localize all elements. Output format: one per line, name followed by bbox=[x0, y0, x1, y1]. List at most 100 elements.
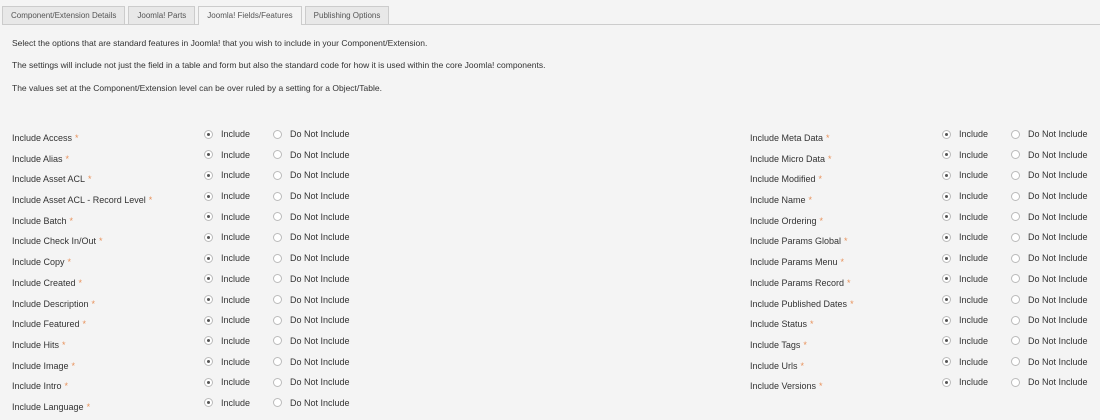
radio-icon[interactable] bbox=[204, 150, 213, 160]
include-radio[interactable]: Include bbox=[942, 191, 988, 201]
include-radio[interactable]: Include bbox=[204, 253, 250, 263]
include-radio[interactable]: Include bbox=[204, 357, 250, 367]
radio-icon[interactable] bbox=[273, 170, 282, 180]
do-not-include-radio[interactable]: Do Not Include bbox=[273, 315, 350, 325]
do-not-include-radio[interactable]: Do Not Include bbox=[273, 232, 350, 242]
radio-icon[interactable] bbox=[1011, 295, 1020, 304]
radio-icon[interactable] bbox=[204, 295, 213, 304]
do-not-include-radio[interactable]: Do Not Include bbox=[273, 170, 350, 180]
do-not-include-radio[interactable]: Do Not Include bbox=[1011, 274, 1088, 284]
radio-icon[interactable] bbox=[1011, 150, 1020, 160]
radio-icon[interactable] bbox=[273, 191, 282, 201]
radio-icon[interactable] bbox=[942, 295, 951, 304]
include-radio[interactable]: Include bbox=[204, 274, 250, 284]
radio-icon[interactable] bbox=[1011, 315, 1020, 325]
radio-icon[interactable] bbox=[273, 129, 282, 139]
include-radio[interactable]: Include bbox=[204, 315, 250, 325]
radio-icon[interactable] bbox=[942, 191, 951, 201]
include-radio[interactable]: Include bbox=[942, 315, 988, 325]
radio-icon[interactable] bbox=[204, 398, 213, 408]
include-radio[interactable]: Include bbox=[942, 212, 988, 222]
do-not-include-radio[interactable]: Do Not Include bbox=[273, 295, 350, 305]
do-not-include-radio[interactable]: Do Not Include bbox=[1011, 191, 1088, 201]
do-not-include-radio[interactable]: Do Not Include bbox=[1011, 357, 1088, 367]
radio-icon[interactable] bbox=[1011, 357, 1020, 367]
radio-icon[interactable] bbox=[942, 336, 951, 346]
do-not-include-radio[interactable]: Do Not Include bbox=[1011, 170, 1088, 180]
do-not-include-radio[interactable]: Do Not Include bbox=[1011, 377, 1088, 387]
include-radio[interactable]: Include bbox=[204, 191, 250, 201]
radio-icon[interactable] bbox=[1011, 336, 1020, 346]
radio-icon[interactable] bbox=[942, 129, 951, 139]
do-not-include-radio[interactable]: Do Not Include bbox=[273, 212, 350, 222]
radio-icon[interactable] bbox=[1011, 191, 1020, 201]
include-radio[interactable]: Include bbox=[204, 150, 250, 160]
radio-icon[interactable] bbox=[942, 150, 951, 160]
include-radio[interactable]: Include bbox=[204, 377, 250, 387]
include-radio[interactable]: Include bbox=[942, 295, 988, 305]
include-radio[interactable]: Include bbox=[942, 232, 988, 242]
radio-icon[interactable] bbox=[273, 232, 282, 242]
radio-icon[interactable] bbox=[1011, 377, 1020, 387]
do-not-include-radio[interactable]: Do Not Include bbox=[1011, 315, 1088, 325]
do-not-include-radio[interactable]: Do Not Include bbox=[273, 191, 350, 201]
radio-icon[interactable] bbox=[204, 170, 213, 180]
include-radio[interactable]: Include bbox=[204, 170, 250, 180]
radio-icon[interactable] bbox=[273, 150, 282, 160]
radio-icon[interactable] bbox=[1011, 274, 1020, 284]
radio-icon[interactable] bbox=[204, 336, 213, 346]
radio-icon[interactable] bbox=[1011, 232, 1020, 242]
radio-icon[interactable] bbox=[273, 212, 282, 222]
do-not-include-radio[interactable]: Do Not Include bbox=[1011, 212, 1088, 222]
do-not-include-radio[interactable]: Do Not Include bbox=[273, 274, 350, 284]
radio-icon[interactable] bbox=[942, 315, 951, 325]
tab-joomla-parts[interactable]: Joomla! Parts bbox=[128, 6, 196, 24]
radio-icon[interactable] bbox=[204, 212, 213, 222]
radio-icon[interactable] bbox=[204, 232, 213, 242]
include-radio[interactable]: Include bbox=[204, 398, 250, 408]
do-not-include-radio[interactable]: Do Not Include bbox=[273, 357, 350, 367]
radio-icon[interactable] bbox=[204, 129, 213, 139]
do-not-include-radio[interactable]: Do Not Include bbox=[273, 129, 350, 139]
radio-icon[interactable] bbox=[1011, 129, 1020, 139]
radio-icon[interactable] bbox=[273, 336, 282, 346]
radio-icon[interactable] bbox=[942, 232, 951, 242]
do-not-include-radio[interactable]: Do Not Include bbox=[1011, 150, 1088, 160]
radio-icon[interactable] bbox=[204, 274, 213, 284]
radio-icon[interactable] bbox=[942, 253, 951, 263]
radio-icon[interactable] bbox=[942, 170, 951, 180]
radio-icon[interactable] bbox=[1011, 212, 1020, 222]
do-not-include-radio[interactable]: Do Not Include bbox=[1011, 232, 1088, 242]
radio-icon[interactable] bbox=[204, 191, 213, 201]
radio-icon[interactable] bbox=[204, 315, 213, 325]
include-radio[interactable]: Include bbox=[942, 253, 988, 263]
do-not-include-radio[interactable]: Do Not Include bbox=[1011, 295, 1088, 305]
include-radio[interactable]: Include bbox=[204, 129, 250, 139]
include-radio[interactable]: Include bbox=[204, 336, 250, 346]
radio-icon[interactable] bbox=[273, 315, 282, 325]
radio-icon[interactable] bbox=[204, 253, 213, 263]
radio-icon[interactable] bbox=[273, 274, 282, 284]
do-not-include-radio[interactable]: Do Not Include bbox=[273, 150, 350, 160]
include-radio[interactable]: Include bbox=[204, 212, 250, 222]
radio-icon[interactable] bbox=[273, 398, 282, 408]
do-not-include-radio[interactable]: Do Not Include bbox=[273, 336, 350, 346]
include-radio[interactable]: Include bbox=[942, 170, 988, 180]
radio-icon[interactable] bbox=[273, 357, 282, 367]
radio-icon[interactable] bbox=[1011, 170, 1020, 180]
include-radio[interactable]: Include bbox=[942, 129, 988, 139]
include-radio[interactable]: Include bbox=[942, 150, 988, 160]
radio-icon[interactable] bbox=[942, 274, 951, 284]
radio-icon[interactable] bbox=[204, 357, 213, 367]
tab-component-extension-details[interactable]: Component/Extension Details bbox=[2, 6, 126, 24]
radio-icon[interactable] bbox=[273, 377, 282, 387]
radio-icon[interactable] bbox=[273, 295, 282, 304]
do-not-include-radio[interactable]: Do Not Include bbox=[273, 253, 350, 263]
include-radio[interactable]: Include bbox=[204, 232, 250, 242]
radio-icon[interactable] bbox=[942, 212, 951, 222]
radio-icon[interactable] bbox=[273, 253, 282, 263]
radio-icon[interactable] bbox=[1011, 253, 1020, 263]
do-not-include-radio[interactable]: Do Not Include bbox=[1011, 129, 1088, 139]
radio-icon[interactable] bbox=[942, 357, 951, 367]
include-radio[interactable]: Include bbox=[204, 295, 250, 305]
